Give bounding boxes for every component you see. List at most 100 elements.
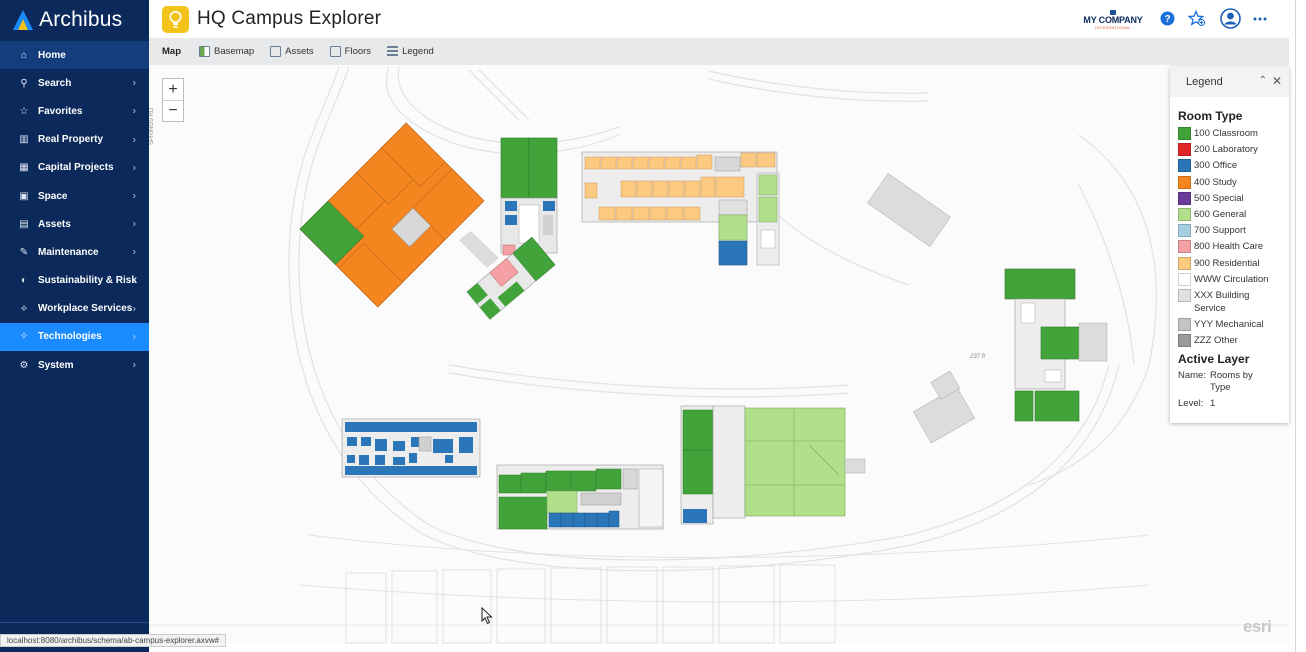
- chevron-up-icon[interactable]: ⌃: [1259, 75, 1267, 86]
- page-title: HQ Campus Explorer: [197, 8, 382, 29]
- legend-item-label: 200 Laboratory: [1194, 144, 1258, 156]
- legend-swatch: [1178, 272, 1191, 286]
- legend-swatch: [1178, 159, 1191, 173]
- building-annex-gray[interactable]: [867, 173, 951, 247]
- building-far-east[interactable]: [1004, 268, 1108, 422]
- zoom-out-button[interactable]: −: [163, 100, 183, 121]
- legend-item-label: 600 General: [1194, 208, 1247, 220]
- map-toolbar: Map Basemap Assets Floors Legend: [149, 38, 1289, 65]
- sidebar-item-label: Technologies: [38, 331, 102, 343]
- sidebar-item-label: Maintenance: [38, 246, 99, 258]
- legend-item-label: 500 Special: [1194, 192, 1244, 204]
- company-logo: MY COMPANY INTERNATIONAL: [1081, 10, 1145, 30]
- legend-swatch: [1178, 207, 1191, 221]
- legend-item-label: 700 Support: [1194, 225, 1246, 237]
- sidebar-item-label: Search: [38, 77, 72, 89]
- archibus-logo-icon: [13, 10, 33, 30]
- sidebar-item-space[interactable]: ▣ Space ›: [0, 182, 149, 210]
- sidebar-item-search[interactable]: ⚲ Search ›: [0, 69, 149, 97]
- zoom-control: + −: [162, 78, 184, 122]
- search-icon: ⚲: [20, 77, 28, 89]
- sidebar-item-label: Favorites: [38, 105, 83, 117]
- building-office-west[interactable]: [341, 418, 481, 478]
- home-icon: ⌂: [20, 49, 28, 61]
- building-east-wing[interactable]: [500, 137, 558, 256]
- app-header: HQ Campus Explorer MY COMPANY INTERNATIO…: [149, 0, 1289, 38]
- tab-map[interactable]: Map: [162, 46, 181, 57]
- legend-item: YYY Mechanical: [1178, 317, 1289, 334]
- legend-swatch: [1178, 288, 1191, 302]
- sidebar-item-home[interactable]: ⌂ Home: [0, 41, 149, 70]
- chevron-right-icon: ›: [132, 303, 136, 315]
- map-canvas[interactable]: [149, 65, 1289, 644]
- legend-swatch: [1178, 224, 1191, 238]
- chevron-right-icon: ›: [132, 275, 136, 287]
- sidebar-item-label: Workplace Services: [38, 303, 133, 315]
- legend-header: Legend ⌃ ✕: [1170, 67, 1289, 97]
- mouse-cursor-icon: [481, 607, 493, 625]
- building-service-gray[interactable]: [905, 370, 977, 444]
- svg-text:?: ?: [1164, 14, 1170, 25]
- sidebar-item-workplace-services[interactable]: ⟡ Workplace Services ›: [0, 295, 149, 323]
- sidebar-footer: [0, 622, 149, 634]
- user-menu-button[interactable]: [1220, 8, 1241, 29]
- parking-lots: [345, 564, 836, 644]
- assets-icon: [270, 46, 282, 57]
- status-url: localhost:8080/archibus/schema/ab-campus…: [0, 634, 227, 647]
- star-icon: ☆: [19, 105, 29, 117]
- handshake-icon: ⟡: [20, 303, 28, 315]
- legend-item: 900 Residential: [1178, 256, 1289, 273]
- user-icon: [1220, 8, 1241, 29]
- campus-map[interactable]: + − SPRINGS RD 237 ft esri: [149, 65, 1289, 644]
- legend-item: XXX Building Service: [1178, 288, 1289, 318]
- chevron-right-icon: ›: [132, 190, 136, 202]
- legend-swatch: [1178, 127, 1191, 140]
- building-icon: ▥: [19, 134, 29, 146]
- room-type-title: Room Type: [1178, 109, 1243, 123]
- legend-swatch: [1178, 256, 1191, 270]
- building-study[interactable]: [299, 122, 485, 308]
- zoom-in-button[interactable]: +: [163, 79, 183, 100]
- legend-item-label: XXX Building Service: [1194, 289, 1250, 314]
- sidebar-item-real-property[interactable]: ▥ Real Property ›: [0, 126, 149, 154]
- close-icon[interactable]: ✕: [1272, 74, 1282, 88]
- building-residential[interactable]: [581, 151, 780, 266]
- sidebar-item-maintenance[interactable]: ✎ Maintenance ›: [0, 238, 149, 266]
- sidebar-item-sustainability-risk[interactable]: ◐ Sustainability & Risk ›: [0, 267, 149, 295]
- basemap-button[interactable]: Basemap: [199, 46, 254, 57]
- map-roads: [149, 66, 1289, 626]
- assets-button[interactable]: Assets: [270, 46, 314, 57]
- building-south-center[interactable]: [496, 464, 664, 530]
- active-layer-level-key: Level:: [1178, 398, 1204, 410]
- brand[interactable]: Archibus: [0, 0, 149, 40]
- favorite-button[interactable]: [1188, 10, 1205, 27]
- chevron-right-icon: ›: [132, 359, 136, 371]
- star-plus-icon: [1188, 10, 1205, 26]
- chevron-right-icon: ›: [132, 134, 136, 146]
- legend-swatch: [1178, 334, 1191, 348]
- sidebar-item-capital-projects[interactable]: ▦ Capital Projects ›: [0, 154, 149, 182]
- floors-icon: [329, 46, 341, 57]
- sidebar-item-assets[interactable]: ▤ Assets ›: [0, 210, 149, 238]
- active-layer-name-key: Name:: [1178, 370, 1206, 382]
- floors-button[interactable]: Floors: [329, 46, 371, 57]
- nav-menu: ⌂ Home ⚲ Search › ☆ Favorites › ▥ Real Property › ▦…: [0, 41, 149, 379]
- basemap-icon: [199, 46, 210, 57]
- legend-item-label: WWW Circulation: [1194, 273, 1269, 285]
- sidebar-item-technologies[interactable]: ✧ Technologies ›: [0, 322, 149, 352]
- legend-button[interactable]: Legend: [387, 46, 434, 57]
- chevron-right-icon: ›: [132, 162, 136, 174]
- help-button[interactable]: ?: [1159, 10, 1176, 27]
- legend-swatch: [1178, 240, 1191, 254]
- building-general[interactable]: [680, 405, 866, 525]
- legend-swatch: [1178, 191, 1191, 205]
- legend-item: 100 Classroom: [1178, 127, 1289, 143]
- more-icon: [1253, 17, 1266, 20]
- active-layer-name: Name: Rooms by Type: [1178, 370, 1289, 394]
- more-button[interactable]: [1251, 10, 1268, 27]
- legend-item-label: YYY Mechanical: [1194, 318, 1264, 330]
- legend-item-label: 100 Classroom: [1194, 128, 1258, 139]
- sidebar-item-system[interactable]: ⚙ System ›: [0, 351, 149, 379]
- chevron-right-icon: ›: [132, 331, 136, 343]
- sidebar-item-favorites[interactable]: ☆ Favorites ›: [0, 97, 149, 125]
